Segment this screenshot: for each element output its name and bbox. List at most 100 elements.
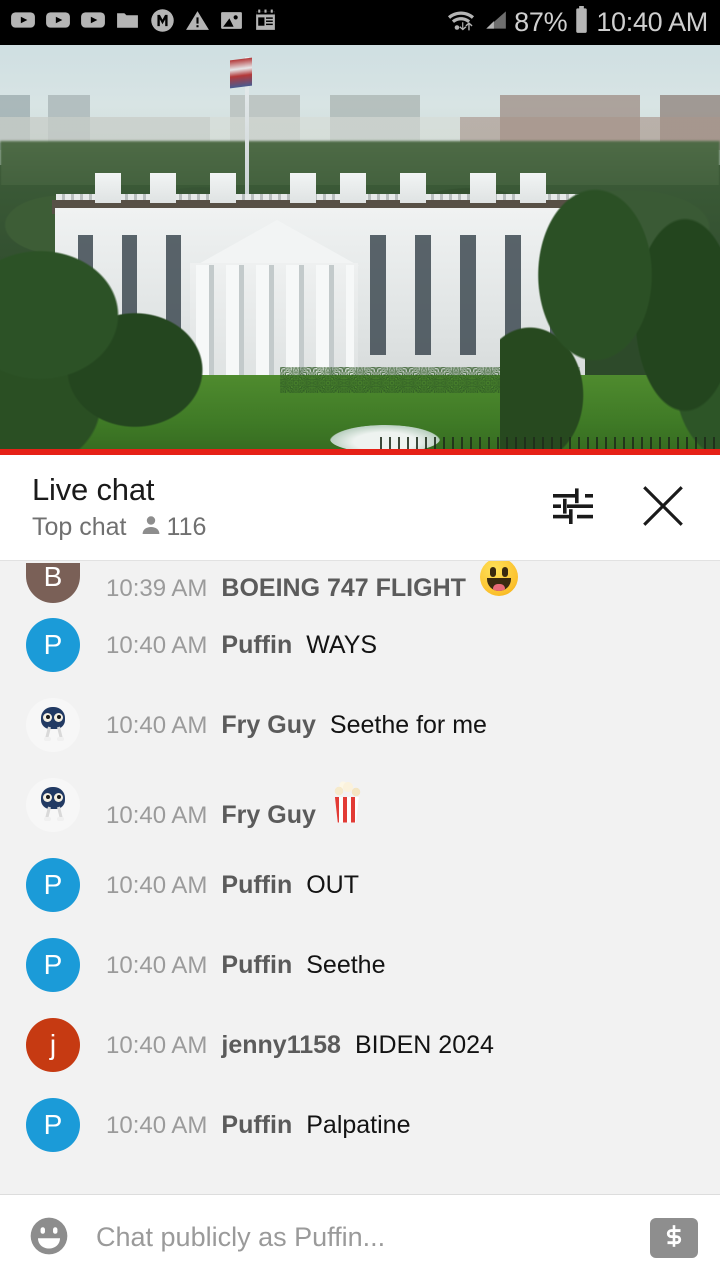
live-chat-header: Live chat Top chat 116 xyxy=(0,455,720,560)
status-bar: 87% 10:40 AM xyxy=(0,0,720,45)
message-line: 10:40 AM Puffin WAYS xyxy=(106,631,377,660)
table-row[interactable]: P 10:40 AM Puffin WAYS xyxy=(0,605,720,685)
avatar-initial: P xyxy=(43,949,63,980)
clock-label: 10:40 AM xyxy=(596,7,708,37)
chimney xyxy=(340,173,366,203)
tree-right xyxy=(500,185,720,455)
m-circle-icon xyxy=(149,7,176,39)
table-row[interactable]: 10:40 AM Fry Guy Seethe for me xyxy=(0,685,720,765)
youtube-icon xyxy=(45,7,71,38)
grinning-face-emoji xyxy=(479,561,518,596)
message-author[interactable]: Puffin xyxy=(221,631,292,660)
chat-settings-button[interactable] xyxy=(546,481,600,535)
avatar[interactable]: j xyxy=(26,1018,80,1072)
youtube-icon xyxy=(10,7,36,38)
message-line: 10:40 AM jenny1158 BIDEN 2024 xyxy=(106,1031,494,1060)
youtube-live-chat-screen: 87% 10:40 AM Live chat Top chat 116 B 10… xyxy=(0,0,720,1280)
avatar-initial: j xyxy=(49,1029,57,1060)
chimney xyxy=(290,173,316,203)
message-timestamp: 10:39 AM xyxy=(106,575,208,602)
avatar-photo xyxy=(38,786,68,821)
table-row[interactable]: j 10:40 AM jenny1158 BIDEN 2024 xyxy=(0,1005,720,1085)
avatar-initial: P xyxy=(43,629,63,660)
message-text: WAYS xyxy=(306,630,378,659)
chat-input-bar xyxy=(0,1194,720,1280)
emoji-picker-button[interactable] xyxy=(26,1215,72,1261)
message-line: 10:40 AM Puffin OUT xyxy=(106,871,359,900)
avatar[interactable]: P xyxy=(26,858,80,912)
wifi-icon xyxy=(446,7,476,38)
table-row[interactable]: B 10:39 AM BOEING 747 FLIGHT xyxy=(0,561,720,605)
chimney xyxy=(400,173,426,203)
cell-signal-icon xyxy=(482,7,508,38)
message-author[interactable]: Puffin xyxy=(221,871,292,900)
message-timestamp: 10:40 AM xyxy=(106,951,208,979)
warning-triangle-icon xyxy=(185,8,210,38)
chimney xyxy=(470,173,496,203)
american-flag xyxy=(230,57,252,89)
chimney xyxy=(150,173,176,203)
viewer-count-block: 116 xyxy=(139,512,207,542)
avatar[interactable]: B xyxy=(26,563,80,603)
status-bar-notification-icons xyxy=(10,7,278,39)
dollar-icon xyxy=(661,1223,687,1252)
message-text: Seethe xyxy=(306,950,386,979)
avatar-initial: P xyxy=(43,869,63,900)
message-author[interactable]: BOEING 747 FLIGHT xyxy=(221,574,465,603)
folder-icon xyxy=(115,8,140,38)
super-chat-button[interactable] xyxy=(650,1217,698,1258)
chat-input[interactable] xyxy=(92,1222,630,1253)
message-author[interactable]: Puffin xyxy=(221,1111,292,1140)
message-line: 10:40 AM Puffin Seethe xyxy=(106,951,385,980)
city-skyline-near xyxy=(0,117,720,143)
chat-header-text: Live chat Top chat 116 xyxy=(32,472,546,542)
avatar[interactable] xyxy=(26,778,80,832)
notes-icon xyxy=(253,8,278,38)
message-line: 10:40 AM Fry Guy xyxy=(106,780,364,830)
message-timestamp: 10:40 AM xyxy=(106,1111,208,1139)
avatar[interactable]: P xyxy=(26,938,80,992)
person-icon xyxy=(139,513,163,542)
emoji-smiley-icon xyxy=(27,1214,71,1261)
sliders-icon xyxy=(549,482,597,533)
message-line: 10:40 AM Fry Guy Seethe for me xyxy=(106,711,487,740)
message-author[interactable]: jenny1158 xyxy=(221,1031,341,1060)
avatar[interactable]: P xyxy=(26,618,80,672)
message-timestamp: 10:40 AM xyxy=(106,871,208,899)
image-icon xyxy=(219,8,244,38)
close-icon xyxy=(638,481,688,534)
video-progress-bar[interactable] xyxy=(0,449,720,455)
table-row[interactable]: 10:40 AM Fry Guy xyxy=(0,765,720,845)
viewer-count-label: 116 xyxy=(166,512,207,541)
message-author[interactable]: Puffin xyxy=(221,951,292,980)
message-line: 10:39 AM BOEING 747 FLIGHT xyxy=(106,561,518,603)
message-text: BIDEN 2024 xyxy=(354,1030,494,1059)
battery-icon xyxy=(573,6,590,39)
chat-message-list[interactable]: B 10:39 AM BOEING 747 FLIGHT P 10:40 AM Puffi… xyxy=(0,560,720,1194)
chat-mode-label[interactable]: Top chat xyxy=(32,514,127,540)
table-row[interactable]: P 10:40 AM Puffin Palpatine xyxy=(0,1085,720,1165)
message-author[interactable]: Fry Guy xyxy=(221,711,315,740)
battery-percent-label: 87% xyxy=(514,7,568,37)
message-author[interactable]: Fry Guy xyxy=(221,801,315,830)
youtube-icon xyxy=(80,7,106,38)
tree-left xyxy=(0,245,220,455)
avatar[interactable]: P xyxy=(26,1098,80,1152)
chimney xyxy=(95,173,121,203)
avatar-initial: B xyxy=(43,563,63,592)
message-timestamp: 10:40 AM xyxy=(106,801,208,829)
avatar-initial: P xyxy=(43,1109,63,1140)
popcorn-emoji xyxy=(330,780,364,823)
table-row[interactable]: P 10:40 AM Puffin Seethe xyxy=(0,925,720,1005)
message-timestamp: 10:40 AM xyxy=(106,1031,208,1059)
video-player[interactable] xyxy=(0,45,720,455)
avatar-photo xyxy=(38,706,68,741)
message-text: Palpatine xyxy=(306,1110,411,1139)
message-line: 10:40 AM Puffin Palpatine xyxy=(106,1111,410,1140)
close-chat-button[interactable] xyxy=(636,481,690,535)
status-bar-system-icons: 87% 10:40 AM xyxy=(446,6,708,39)
chimney xyxy=(210,173,236,203)
table-row[interactable]: P 10:40 AM Puffin OUT xyxy=(0,845,720,925)
white-house-scene xyxy=(0,45,720,455)
avatar[interactable] xyxy=(26,698,80,752)
